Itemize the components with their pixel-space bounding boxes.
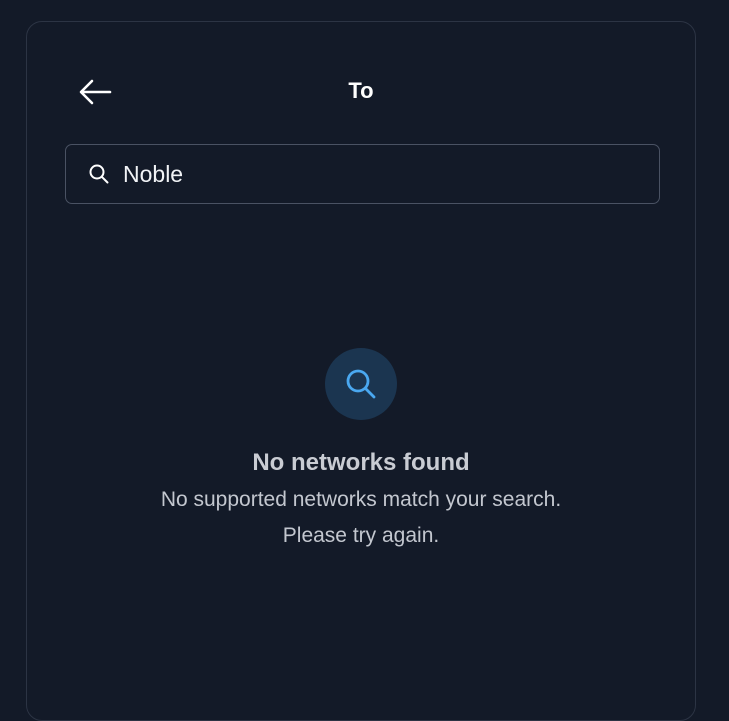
search-field[interactable] (65, 144, 660, 204)
page-title: To (348, 78, 374, 103)
empty-state-title: No networks found (252, 449, 470, 476)
search-icon (87, 162, 111, 186)
empty-state-message: No supported networks match your search.… (121, 482, 601, 554)
empty-state-icon-circle (325, 348, 397, 420)
network-select-panel: To No networks found No supported networ… (26, 21, 696, 721)
search-input[interactable] (123, 160, 647, 188)
search-icon (346, 369, 376, 399)
empty-state: No networks found No supported networks … (27, 348, 695, 554)
empty-state-message-line1: No supported networks match your search. (160, 488, 562, 511)
empty-state-message-line2: Please try again. (282, 524, 440, 547)
